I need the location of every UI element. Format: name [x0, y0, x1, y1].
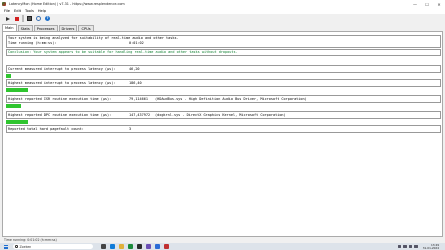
- metric-label: Highest measured interrupt to process la…: [8, 81, 116, 85]
- taskbar: Zoeken 13:29 31-01-2024: [0, 243, 445, 250]
- window-title: LatencyMon (Home Edition) | v7.31 - http…: [9, 2, 125, 6]
- metric-pagefaults: Reported total hard pagefault count: 3: [6, 125, 441, 133]
- search-icon: [15, 245, 18, 248]
- time-running-label: Time running (h:mm:ss):: [8, 41, 57, 45]
- main-panel: Your system is being analyzed for suitab…: [2, 31, 443, 237]
- metric-value: 3: [129, 127, 132, 131]
- metric-value: 79,114661: [129, 97, 148, 101]
- minimize-button[interactable]: —: [409, 0, 421, 8]
- help-icon: ?: [45, 16, 50, 21]
- stop-monitor-button[interactable]: [13, 15, 20, 22]
- tray-icon[interactable]: [397, 244, 402, 249]
- status-box: Your system is being analyzed for suitab…: [6, 35, 441, 48]
- toolbar: ?: [0, 14, 445, 23]
- metric-bar-row: [6, 104, 21, 108]
- file-explorer-icon[interactable]: [119, 244, 124, 249]
- search-icon: [36, 16, 41, 21]
- menu-file[interactable]: File: [4, 9, 10, 13]
- dpc-bar: [6, 120, 28, 124]
- start-button[interactable]: [4, 244, 8, 249]
- menu-edit[interactable]: Edit: [14, 9, 21, 13]
- system-tray: 13:29 31-01-2024: [397, 243, 439, 250]
- metric-highest-latency: Highest measured interrupt to process la…: [6, 79, 441, 87]
- tab-strip: Main Stats Processes Drivers CPUs: [2, 24, 95, 31]
- close-button[interactable]: ✕: [433, 0, 445, 8]
- start-monitor-button[interactable]: [4, 15, 11, 22]
- taskbar-search-placeholder: Zoeken: [19, 244, 32, 249]
- taskbar-search[interactable]: Zoeken: [13, 244, 93, 249]
- toolbar-separator: [22, 15, 24, 22]
- metric-value: 147,437972: [129, 113, 151, 117]
- store-icon[interactable]: [137, 244, 142, 249]
- metric-value: 186,40: [129, 81, 142, 85]
- maximize-button[interactable]: ☐: [421, 0, 433, 8]
- app-icon-purple[interactable]: [146, 244, 151, 249]
- time-running-value: 0:01:02: [129, 41, 144, 45]
- save-report-button[interactable]: [26, 15, 33, 22]
- metric-bar-row: [6, 74, 11, 78]
- metric-current-latency: Current measured interrupt to process la…: [6, 65, 441, 73]
- metric-driver: (HDAudBus.sys - High Definition Audio Bu…: [155, 97, 307, 101]
- help-button[interactable]: ?: [44, 15, 51, 22]
- taskbar-clock[interactable]: 13:29 31-01-2024: [422, 243, 439, 250]
- app-icon-blue[interactable]: [155, 244, 160, 249]
- latency-bar: [6, 88, 28, 92]
- metric-label: Reported total hard pagefault count:: [8, 127, 84, 131]
- metric-highest-isr: Highest reported ISR routine execution t…: [6, 95, 441, 103]
- play-icon: [5, 16, 10, 21]
- task-view-icon[interactable]: [101, 244, 106, 249]
- save-icon: [27, 16, 32, 21]
- metric-driver: (dxgkrnl.sys - DirectX Graphics Kernel, …: [155, 113, 286, 117]
- tab-main[interactable]: Main: [2, 24, 17, 31]
- metric-bar-row: [6, 88, 28, 92]
- menu-tools[interactable]: Tools: [25, 9, 34, 13]
- app-icon: [2, 2, 6, 6]
- metric-label: Highest reported DPC routine execution t…: [8, 113, 112, 117]
- metric-label: Current measured interrupt to process la…: [8, 67, 116, 71]
- app-icon-green[interactable]: [128, 244, 133, 249]
- metric-highest-dpc: Highest reported DPC routine execution t…: [6, 111, 441, 119]
- edge-icon[interactable]: [110, 244, 115, 249]
- stop-icon: [14, 16, 19, 21]
- clock-date: 31-01-2024: [422, 245, 439, 250]
- volume-icon[interactable]: [414, 244, 418, 249]
- find-button[interactable]: [35, 15, 42, 22]
- title-bar: LatencyMon (Home Edition) | v7.31 - http…: [0, 0, 445, 8]
- tray-icon[interactable]: [403, 244, 407, 249]
- conclusion-text: Conclusion: Your system appears to be su…: [8, 50, 238, 54]
- isr-bar: [6, 104, 21, 108]
- metric-bar-row: [6, 120, 28, 124]
- metric-label: Highest reported ISR routine execution t…: [8, 97, 112, 101]
- network-icon[interactable]: [408, 244, 413, 249]
- conclusion-box: Conclusion: Your system appears to be su…: [6, 49, 441, 56]
- latencymon-taskbar-icon[interactable]: [164, 244, 169, 249]
- latency-bar: [6, 74, 11, 78]
- menu-help[interactable]: Help: [38, 9, 46, 13]
- metric-value: 46,20: [129, 67, 140, 71]
